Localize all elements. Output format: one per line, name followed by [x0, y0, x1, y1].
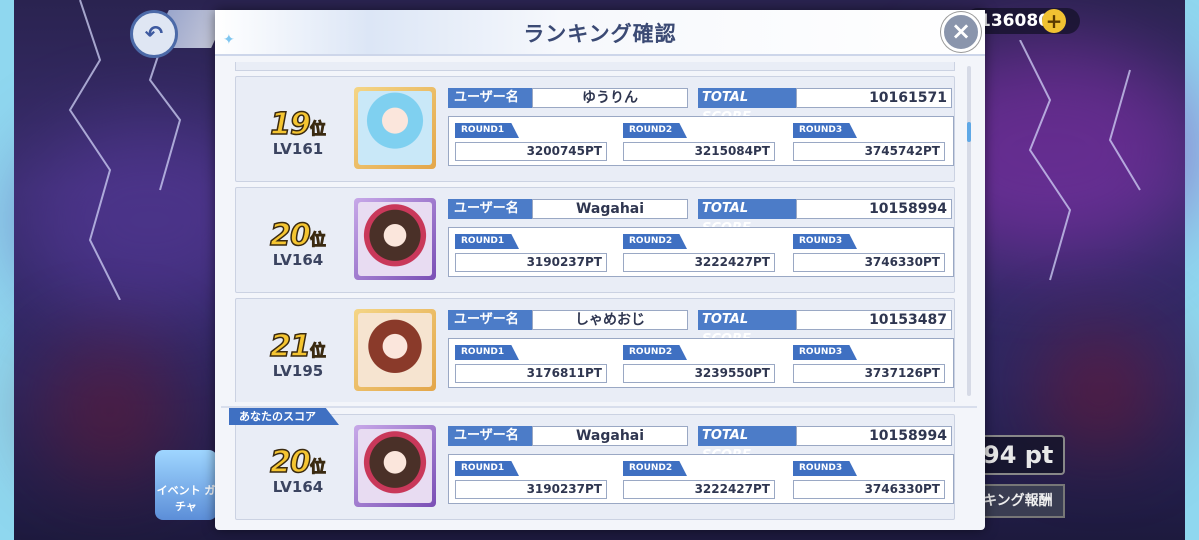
round2-value: 3215084PT [623, 142, 775, 161]
round3-label: ROUND3 [793, 234, 857, 249]
divider [221, 406, 977, 408]
player-level: LV161 [272, 140, 324, 158]
rank-suffix: 位 [309, 341, 326, 361]
round1-value: 3176811PT [455, 364, 607, 383]
username-value: しゃめおじ [532, 310, 688, 330]
total-score-value: 10153487 [796, 310, 952, 330]
total-score-value: 10161571 [796, 88, 952, 108]
back-button[interactable]: ↶ [130, 10, 178, 58]
total-score-label: TOTAL SCORE [698, 88, 796, 125]
username-label: ユーザー名 [448, 88, 532, 108]
total-score-label: TOTAL SCORE [698, 426, 796, 463]
rank-number: 20 [269, 444, 311, 481]
round2-value: 3222427PT [623, 253, 775, 272]
add-currency-button[interactable]: + [1042, 9, 1066, 33]
avatar[interactable] [354, 87, 436, 169]
rank-display: 20位 LV164 [258, 444, 338, 496]
total-score-value: 10158994 [796, 199, 952, 219]
round3-value: 3745742PT [793, 142, 945, 161]
username-value: Wagahai [532, 426, 688, 446]
player-level: LV195 [272, 362, 324, 380]
ranking-modal: ✦ ランキング確認 × 19位 LV161 ユーザー名 ゆうりん TOTAL S… [215, 10, 985, 530]
avatar[interactable] [354, 309, 436, 391]
round1-value: 3200745PT [455, 142, 607, 161]
total-score-label: TOTAL SCORE [698, 310, 796, 347]
row-top-partial [235, 62, 955, 71]
username-value: Wagahai [532, 199, 688, 219]
username-label: ユーザー名 [448, 310, 532, 330]
round3-value: 3746330PT [793, 480, 945, 499]
dark-hair-character-icon [358, 429, 432, 503]
player-level: LV164 [272, 478, 324, 496]
round3-value: 3737126PT [793, 364, 945, 383]
avatar[interactable] [354, 425, 436, 507]
rounds-box: ROUND1 3190237PT ROUND2 3222427PT ROUND3… [448, 454, 954, 504]
close-button[interactable]: × [941, 12, 981, 52]
ranking-list[interactable]: 19位 LV161 ユーザー名 ゆうりん TOTAL SCORE 1016157… [221, 62, 975, 402]
round3-label: ROUND3 [793, 123, 857, 138]
rank-display: 20位 LV164 [258, 217, 338, 269]
round1-label: ROUND1 [455, 234, 519, 249]
username-value: ゆうりん [532, 88, 688, 108]
round2-value: 3239550PT [623, 364, 775, 383]
total-score-value: 10158994 [796, 426, 952, 446]
my-score-row: 20位 LV164 ユーザー名 Wagahai TOTAL SCORE 1015… [235, 414, 955, 520]
round3-label: ROUND3 [793, 461, 857, 476]
left-border [0, 0, 14, 540]
username-label: ユーザー名 [448, 199, 532, 219]
event-points: 94 pt [975, 435, 1065, 475]
modal-title: ランキング確認 [523, 22, 677, 46]
rank-suffix: 位 [309, 230, 326, 250]
round1-label: ROUND1 [455, 461, 519, 476]
bg-glow-red [1040, 330, 1160, 450]
ranking-row: 20位 LV164 ユーザー名 Wagahai TOTAL SCORE 1015… [235, 187, 955, 293]
round2-label: ROUND2 [623, 234, 687, 249]
lightning-decoration-right [1019, 40, 1141, 281]
round3-value: 3746330PT [793, 253, 945, 272]
rank-number: 20 [269, 217, 311, 254]
red-hair-character-icon [358, 313, 432, 387]
avatar[interactable] [354, 198, 436, 280]
rank-display: 21位 LV195 [258, 328, 338, 380]
round3-label: ROUND3 [793, 345, 857, 360]
ranking-row: 21位 LV195 ユーザー名 しゃめおじ TOTAL SCORE 101534… [235, 298, 955, 402]
rounds-box: ROUND1 3176811PT ROUND2 3239550PT ROUND3… [448, 338, 954, 388]
round2-label: ROUND2 [623, 123, 687, 138]
rank-number: 21 [269, 328, 311, 365]
round2-value: 3222427PT [623, 480, 775, 499]
dark-hair-character-icon [358, 202, 432, 276]
round2-label: ROUND2 [623, 461, 687, 476]
round1-label: ROUND1 [455, 123, 519, 138]
modal-header: ✦ ランキング確認 × [215, 10, 985, 56]
round1-value: 3190237PT [455, 480, 607, 499]
round1-label: ROUND1 [455, 345, 519, 360]
rank-suffix: 位 [309, 457, 326, 477]
rounds-box: ROUND1 3190237PT ROUND2 3222427PT ROUND3… [448, 227, 954, 277]
player-level: LV164 [272, 251, 324, 269]
total-score-label: TOTAL SCORE [698, 199, 796, 236]
rounds-box: ROUND1 3200745PT ROUND2 3215084PT ROUND3… [448, 116, 954, 166]
back-arrow-icon: ↶ [144, 21, 164, 47]
my-score-banner: あなたのスコア [229, 408, 339, 425]
event-gacha-button[interactable]: イベント ガチャ [155, 450, 217, 520]
round2-label: ROUND2 [623, 345, 687, 360]
rank-display: 19位 LV161 [258, 106, 338, 158]
blue-hair-character-icon [358, 91, 432, 165]
username-label: ユーザー名 [448, 426, 532, 446]
ranking-row: 19位 LV161 ユーザー名 ゆうりん TOTAL SCORE 1016157… [235, 76, 955, 182]
ranking-reward-button[interactable]: キング報酬 [975, 484, 1065, 518]
round1-value: 3190237PT [455, 253, 607, 272]
rank-suffix: 位 [309, 119, 326, 139]
rank-number: 19 [269, 106, 311, 143]
